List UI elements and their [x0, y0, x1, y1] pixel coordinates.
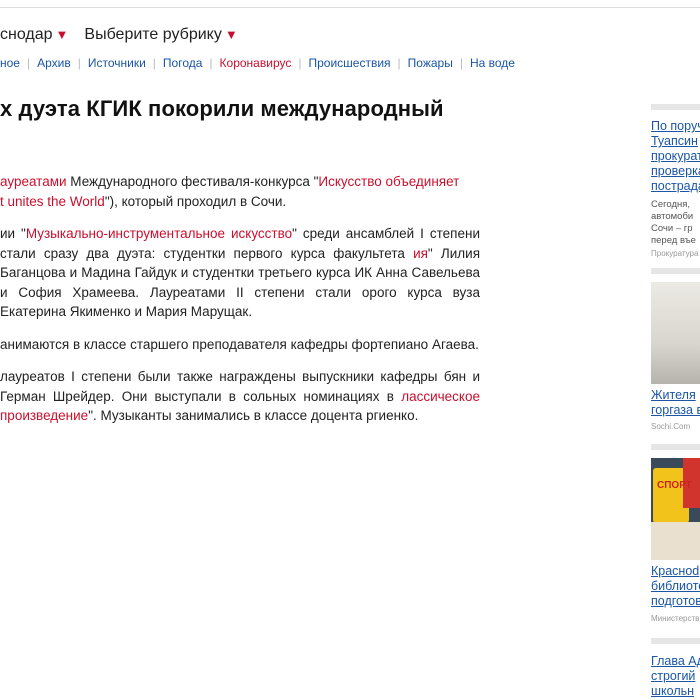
news-card-image[interactable]: СПОРТ	[651, 458, 700, 560]
article-paragraph: анимаются в классе старшего преподавател…	[0, 335, 480, 355]
sidebar-divider	[651, 268, 700, 274]
news-card-image[interactable]	[651, 282, 700, 384]
nav-separator: |	[209, 56, 213, 70]
nav-link[interactable]: На воде	[470, 56, 515, 70]
news-card[interactable]: СПОРТ Красноd библиото подготов Министер…	[651, 458, 700, 624]
news-card-snippet: перед въе	[651, 235, 696, 246]
article-paragraph: лауреатов I степени были также награжден…	[0, 367, 480, 426]
nav-link[interactable]: Пожары	[408, 56, 453, 70]
article-link[interactable]: ауреатами	[0, 174, 67, 189]
nav-link[interactable]: ное	[0, 56, 20, 70]
article-paragraph: ии "Музыкально-инструментальное искусств…	[0, 224, 480, 322]
news-card-title[interactable]: подготов	[651, 594, 700, 609]
news-card-title[interactable]: Глава Ад	[651, 654, 700, 669]
nav-separator: |	[298, 56, 302, 70]
top-divider	[0, 7, 700, 8]
news-card-title[interactable]: прокурат	[651, 149, 700, 164]
nav-link[interactable]: Источники	[88, 56, 146, 70]
rubric-label: Выберите рубрику	[84, 26, 222, 43]
news-card-source: Прокуратура	[651, 249, 699, 258]
news-card[interactable]: Глава Ад строгий школьн	[651, 654, 700, 699]
news-card-title[interactable]: пострада	[651, 179, 700, 194]
news-card-source: Министерств	[651, 614, 700, 623]
text-run: лауреатов I степени были также награжден…	[0, 369, 438, 384]
text-run: ии "	[0, 226, 26, 241]
news-card[interactable]: Жителя горгаза в Sochi.Com	[651, 282, 700, 432]
nav-separator: |	[26, 56, 31, 70]
news-card-snippet: Сочи – гр	[651, 223, 693, 234]
image-caption: СПОРТ	[657, 480, 692, 491]
article-link[interactable]: Искусство объединяет	[318, 174, 459, 189]
dropdown-triangle-icon: ▼	[55, 27, 69, 42]
news-card-snippet: Сегодня,	[651, 199, 691, 210]
nav-separator: |	[397, 56, 401, 70]
news-card-title[interactable]: горгаза в	[651, 403, 700, 418]
news-card-title[interactable]: Красноd	[651, 564, 700, 579]
nav-separator: |	[77, 56, 81, 70]
sidebar-divider	[651, 444, 700, 450]
text-run: ". Музыканты занимались в классе доцента	[88, 408, 363, 423]
news-card-title[interactable]: школьн	[651, 684, 700, 699]
article-link[interactable]: Музыкально-инструментальное искусство	[26, 226, 292, 241]
rubric-selector[interactable]: Выберите рубрику ▼	[84, 26, 237, 43]
nav-link[interactable]: Архив	[37, 56, 71, 70]
sidebar-divider	[651, 104, 700, 110]
news-card-title[interactable]: строгий	[651, 669, 700, 684]
text-run: "), который проходил в Сочи.	[104, 193, 287, 209]
text-run: анимаются в классе старшего преподавател…	[0, 336, 429, 352]
nav-separator: |	[152, 56, 156, 70]
region-label: снодар	[0, 26, 53, 43]
nav-separator: |	[459, 56, 463, 70]
text-run: ргиенко.	[366, 408, 419, 423]
news-card-source: Sochi.Com	[651, 422, 691, 431]
news-card[interactable]: По поруч Туапсин прокурат проверка постр…	[651, 119, 700, 259]
text-run: " среди ансамблей	[292, 226, 415, 241]
news-card-title[interactable]: Туапсин	[651, 134, 700, 149]
text-run: Агаева.	[431, 336, 479, 352]
article-body: ауреатами Международного фестиваля-конку…	[0, 172, 480, 439]
article-link[interactable]: ия	[413, 246, 428, 261]
sidebar-news: По поруч Туапсин прокурат проверка постр…	[651, 104, 700, 699]
region-bar: снодар ▼ Выберите рубрику ▼	[0, 26, 238, 44]
news-card-title[interactable]: По поруч	[651, 119, 700, 134]
category-nav: ное | Архив | Источники | Погода | Коронавирус | П…	[0, 56, 515, 70]
news-card-title[interactable]: библиото	[651, 579, 700, 594]
dropdown-triangle-icon: ▼	[224, 27, 238, 42]
news-card-snippet: автомоби	[651, 211, 694, 222]
article-paragraph: ауреатами Международного фестиваля-конку…	[0, 172, 480, 211]
sidebar-divider	[651, 638, 700, 644]
text-run: Международного фестиваля-конкурса "	[66, 174, 319, 189]
article-title: х дуэта КГИК покорили международный	[0, 96, 444, 121]
region-selector[interactable]: снодар ▼	[0, 26, 68, 43]
nav-link[interactable]: Происшествия	[308, 56, 390, 70]
news-card-title[interactable]: проверка	[651, 164, 700, 179]
article-link[interactable]: t unites the World	[0, 194, 105, 209]
nav-link-coronavirus[interactable]: Коронавирус	[220, 56, 292, 70]
nav-link[interactable]: Погода	[163, 56, 203, 70]
news-card-title[interactable]: Жителя	[651, 388, 700, 403]
